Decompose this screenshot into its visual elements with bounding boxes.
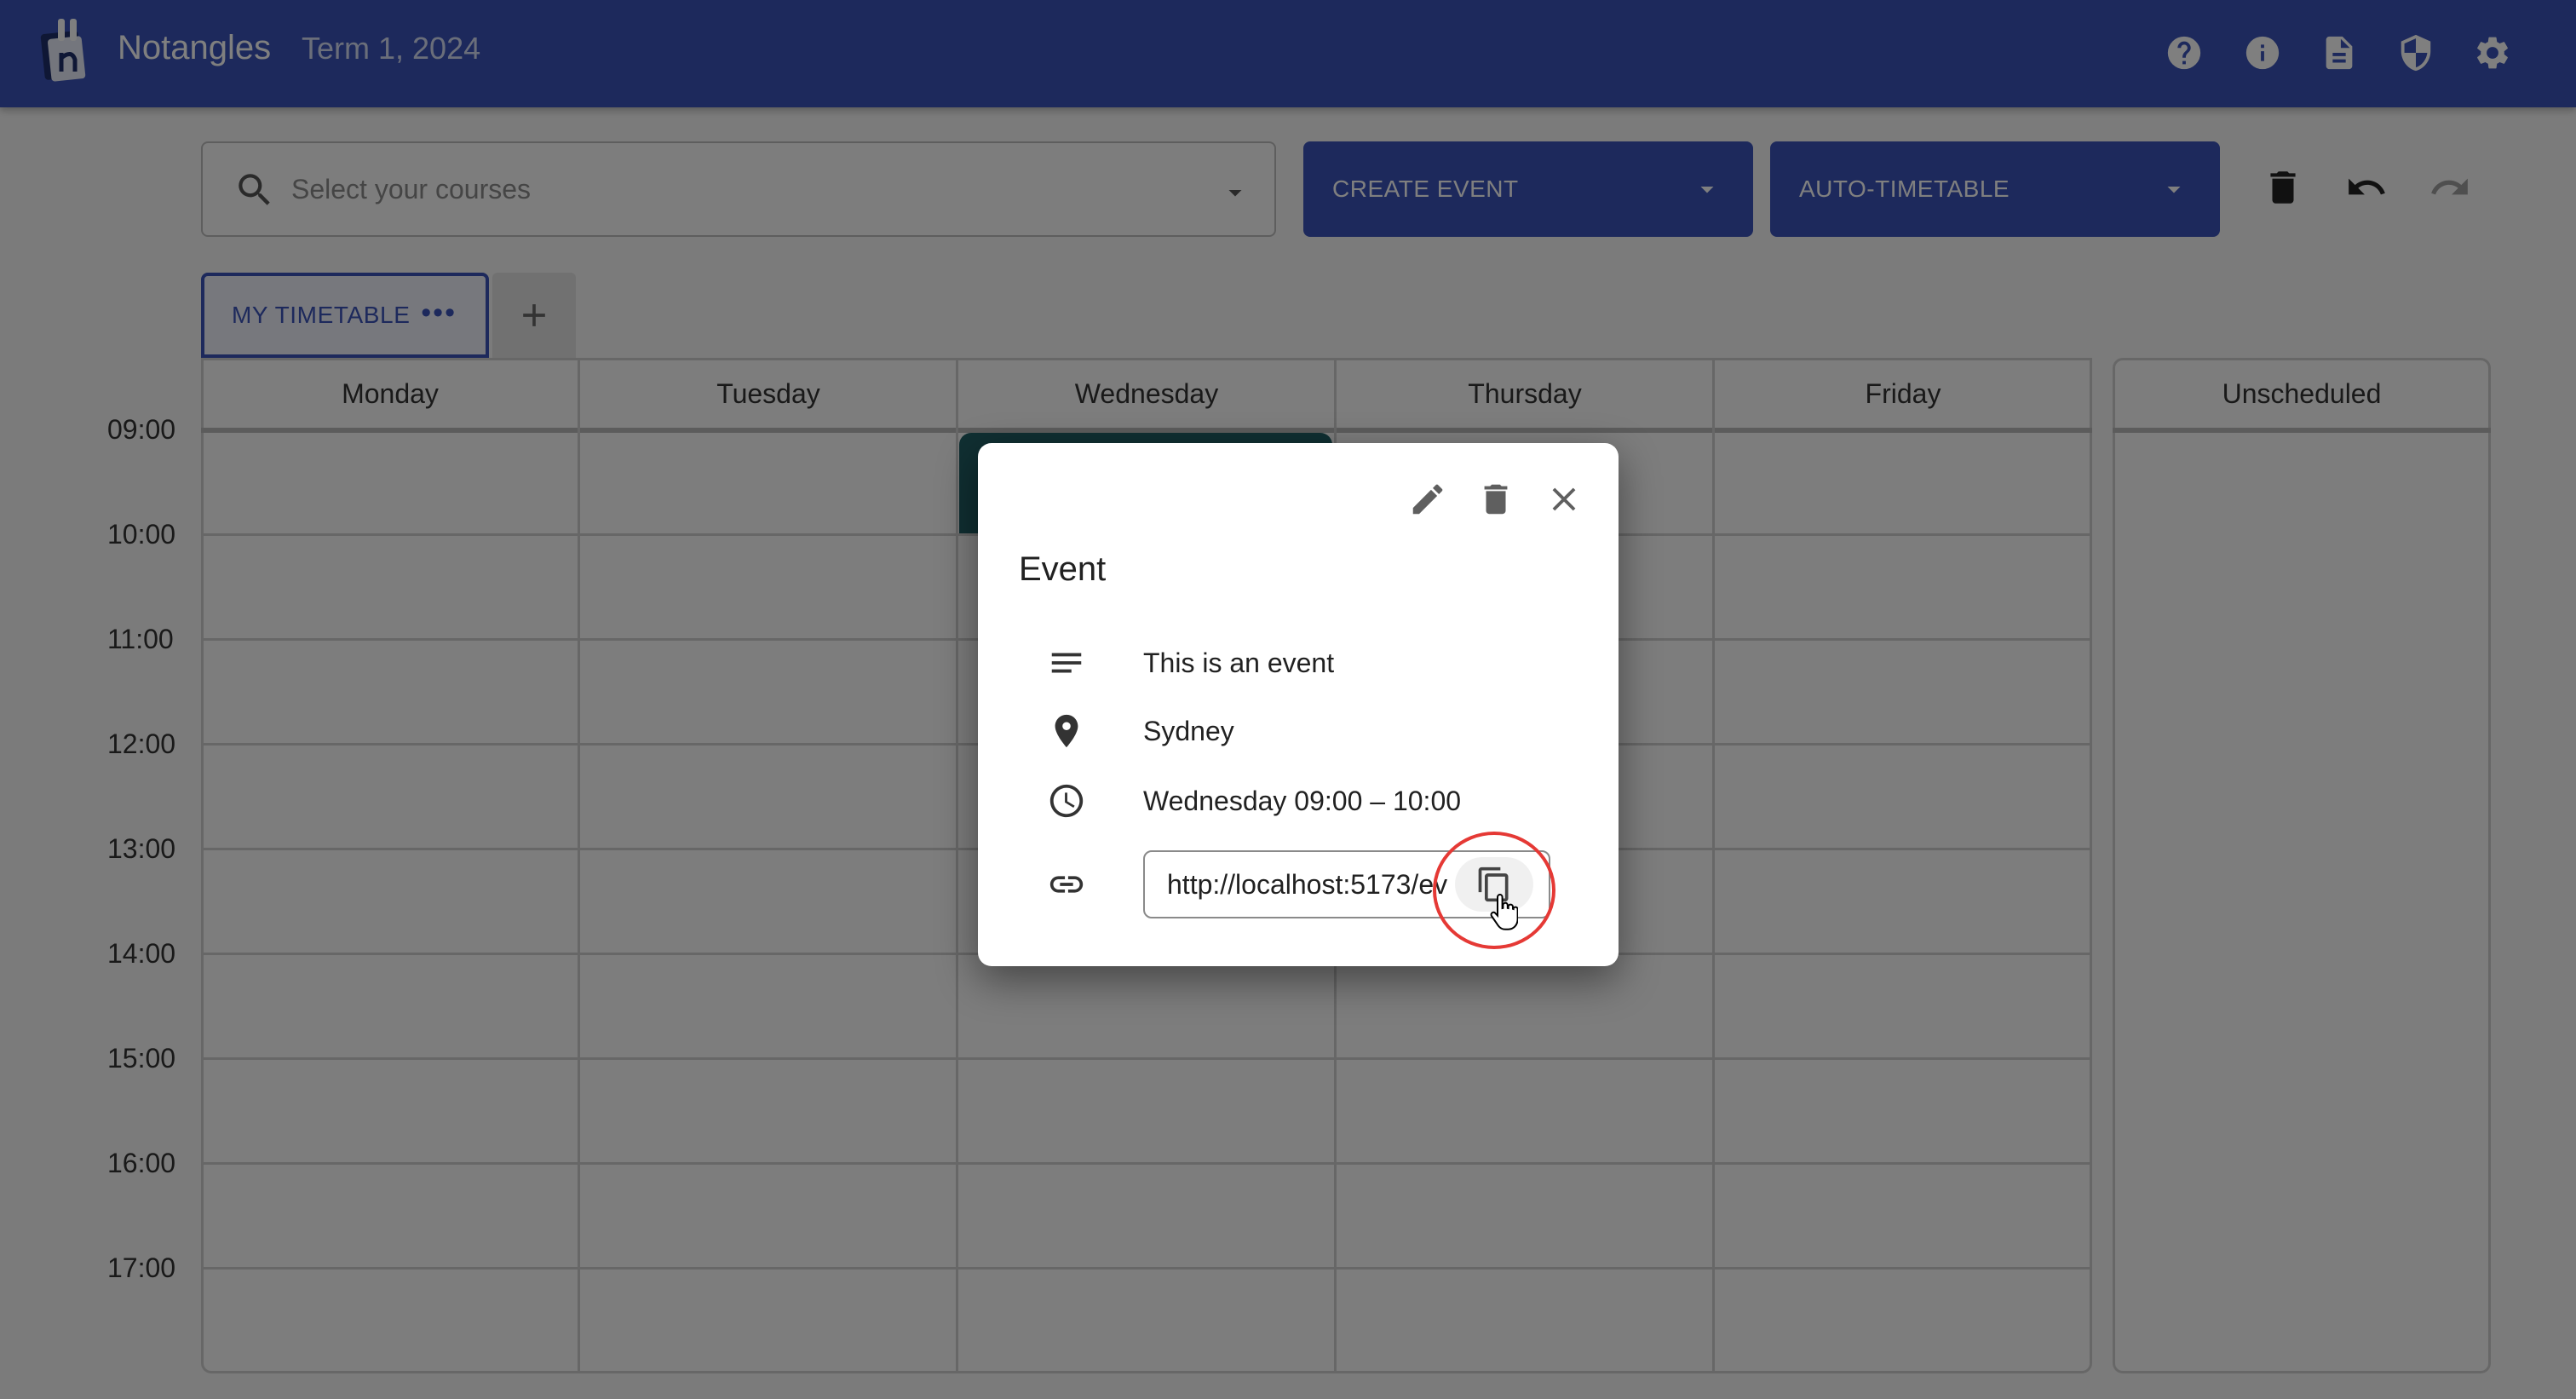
hand-cursor-icon xyxy=(1490,893,1518,930)
event-location: Sydney xyxy=(1143,716,1234,746)
close-button[interactable] xyxy=(1538,474,1590,525)
clock-icon xyxy=(1046,780,1087,821)
dialog-title: Event xyxy=(1019,550,1107,588)
location-pin-icon xyxy=(1046,711,1087,751)
modal-backdrop-header xyxy=(0,0,2576,107)
edit-button[interactable] xyxy=(1402,474,1453,525)
description-icon xyxy=(1046,642,1087,683)
event-details-dialog: Event This is an event Sydney Wednesday … xyxy=(978,443,1619,966)
click-highlight-ring xyxy=(1433,832,1555,949)
delete-icon xyxy=(1484,484,1508,515)
close-icon xyxy=(1552,487,1576,511)
link-icon xyxy=(1046,864,1087,905)
event-time: Wednesday 09:00 – 10:00 xyxy=(1143,786,1462,816)
pencil-icon xyxy=(1412,484,1443,515)
event-description: This is an event xyxy=(1143,648,1335,678)
event-link-value: http://localhost:5173/ev xyxy=(1167,869,1448,900)
delete-event-button[interactable] xyxy=(1470,474,1521,525)
